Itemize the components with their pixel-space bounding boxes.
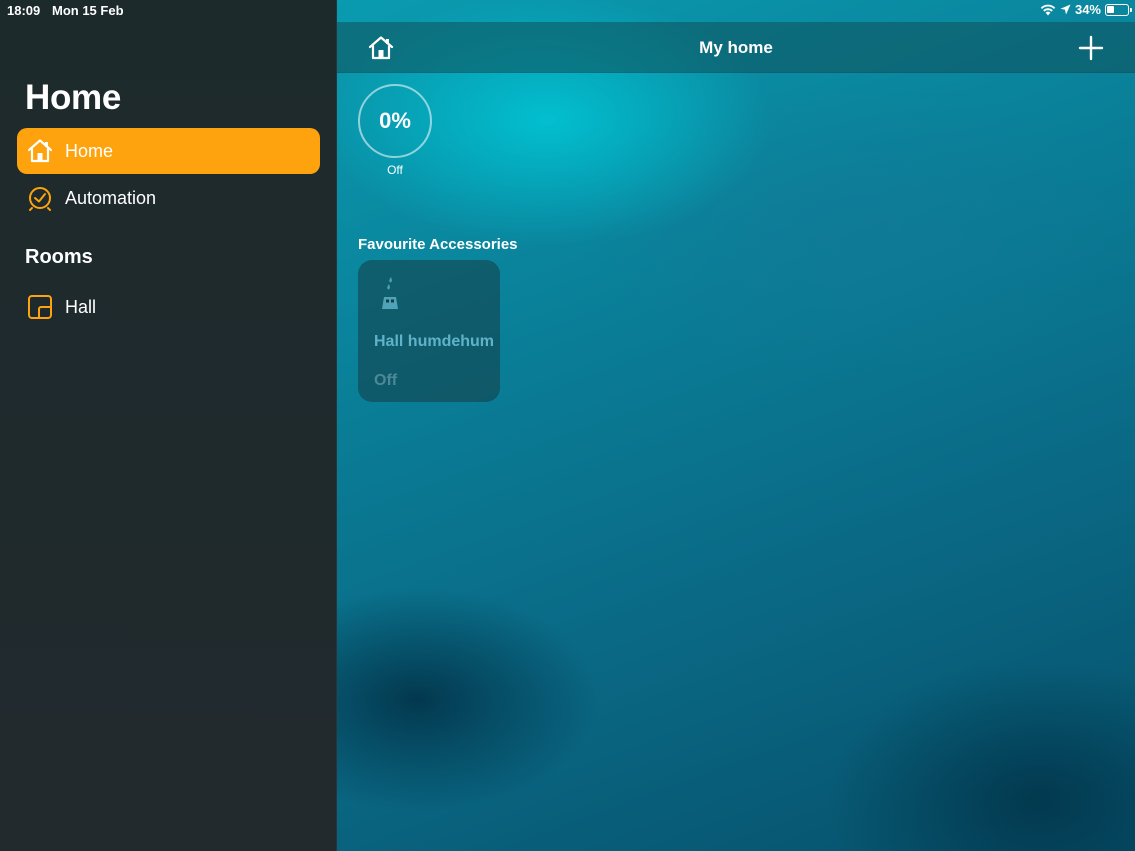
wifi-icon bbox=[1040, 4, 1056, 16]
accessory-tile[interactable]: Hall humdehum Off bbox=[358, 260, 500, 402]
battery-icon bbox=[1105, 3, 1132, 16]
house-icon bbox=[26, 137, 54, 165]
clock-icon bbox=[26, 184, 54, 212]
battery-percent: 34% bbox=[1074, 2, 1101, 17]
sidebar-item-home[interactable]: Home bbox=[17, 128, 320, 174]
home-status-ring[interactable]: 0% bbox=[358, 84, 432, 158]
page-title: My home bbox=[699, 38, 773, 57]
add-button[interactable] bbox=[1078, 35, 1104, 61]
main-content: My home 0% Off Favourite Accessories Hal… bbox=[337, 0, 1135, 851]
sidebar-item-label: Automation bbox=[65, 187, 157, 208]
status-bar: 18:09 Mon 15 Feb 34% bbox=[0, 0, 1135, 22]
favourites-title: Favourite Accessories bbox=[358, 236, 518, 253]
status-date: Mon 15 Feb bbox=[52, 3, 124, 18]
room-icon bbox=[26, 293, 54, 321]
sidebar: Home Home Automation Rooms Hall bbox=[0, 0, 337, 851]
sidebar-item-label: Hall bbox=[65, 296, 97, 317]
status-label: Off bbox=[387, 163, 403, 177]
sidebar-title: Home bbox=[25, 78, 122, 117]
plus-icon bbox=[1078, 35, 1104, 61]
rooms-section-title: Rooms bbox=[25, 246, 93, 268]
location-arrow-icon bbox=[1060, 4, 1071, 15]
sidebar-item-automation[interactable]: Automation bbox=[17, 175, 320, 221]
status-indicators: 34% bbox=[1040, 2, 1132, 17]
top-bar: My home bbox=[337, 22, 1135, 73]
dehumidifier-icon bbox=[378, 275, 402, 311]
sidebar-item-hall[interactable]: Hall bbox=[17, 284, 320, 330]
status-value: 0% bbox=[379, 108, 411, 133]
status-time: 18:09 bbox=[7, 3, 41, 18]
accessory-name: Hall humdehum bbox=[374, 333, 495, 350]
accessory-status: Off bbox=[374, 372, 398, 389]
sidebar-item-label: Home bbox=[65, 140, 114, 161]
